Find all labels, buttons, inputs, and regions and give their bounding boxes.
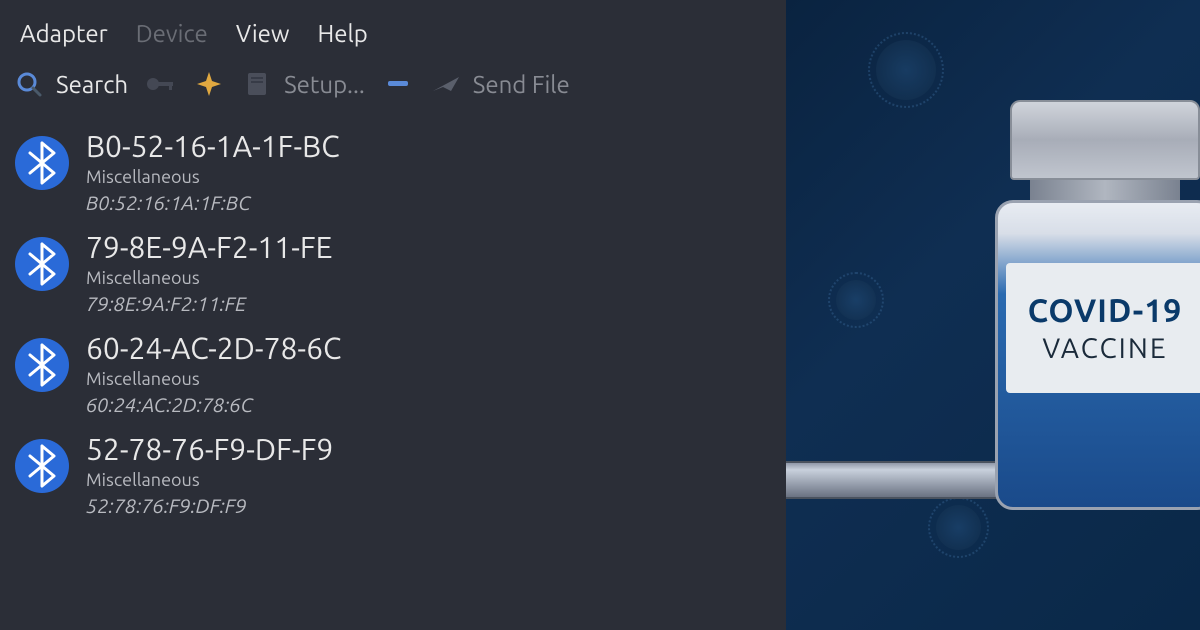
device-type: Miscellaneous (86, 167, 340, 187)
device-type: Miscellaneous (86, 369, 341, 389)
device-name: B0-52-16-1A-1F-BC (86, 129, 340, 163)
vial-label-sub: VACCINE (1042, 333, 1167, 364)
star-icon[interactable] (194, 69, 224, 99)
device-mac: 60:24:AC:2D:78:6C (86, 393, 341, 416)
bluetooth-manager-panel: Adapter Device View Help Search Setup... (0, 0, 786, 630)
device-mac: 79:8E:9A:F2:11:FE (86, 292, 333, 315)
search-label: Search (56, 71, 128, 98)
device-info: 60-24-AC-2D-78-6C Miscellaneous 60:24:AC… (86, 331, 341, 416)
virus-icon (836, 280, 876, 320)
virus-icon (876, 40, 936, 100)
document-icon (242, 69, 272, 99)
device-type: Miscellaneous (86, 268, 333, 288)
menu-bar: Adapter Device View Help (0, 0, 786, 61)
device-row[interactable]: 79-8E-9A-F2-11-FE Miscellaneous 79:8E:9A… (0, 222, 786, 323)
vial-body: COVID-19 VACCINE (995, 200, 1200, 510)
device-info: 52-78-76-F9-DF-F9 Miscellaneous 52:78:76… (86, 432, 333, 517)
device-mac: 52:78:76:F9:DF:F9 (86, 494, 333, 517)
device-row[interactable]: 52-78-76-F9-DF-F9 Miscellaneous 52:78:76… (0, 424, 786, 525)
send-file-label: Send File (473, 71, 570, 98)
send-file-button[interactable]: Send File (431, 69, 570, 99)
device-list: B0-52-16-1A-1F-BC Miscellaneous B0:52:16… (0, 113, 786, 630)
device-type: Miscellaneous (86, 470, 333, 490)
device-name: 52-78-76-F9-DF-F9 (86, 432, 333, 466)
device-name: 60-24-AC-2D-78-6C (86, 331, 341, 365)
device-name: 79-8E-9A-F2-11-FE (86, 230, 333, 264)
device-info: 79-8E-9A-F2-11-FE Miscellaneous 79:8E:9A… (86, 230, 333, 315)
send-icon (431, 69, 461, 99)
search-button[interactable]: Search (14, 69, 128, 99)
search-icon (14, 69, 44, 99)
vaccine-vial: COVID-19 VACCINE (980, 100, 1200, 520)
vial-cap (1010, 100, 1200, 180)
device-row[interactable]: B0-52-16-1A-1F-BC Miscellaneous B0:52:16… (0, 121, 786, 222)
menu-view[interactable]: View (236, 20, 290, 47)
setup-label: Setup... (284, 71, 365, 98)
vial-label: COVID-19 VACCINE (1006, 263, 1200, 393)
device-row[interactable]: 60-24-AC-2D-78-6C Miscellaneous 60:24:AC… (0, 323, 786, 424)
device-mac: B0:52:16:1A:1F:BC (86, 191, 340, 214)
vial-label-title: COVID-19 (1028, 293, 1183, 329)
menu-device[interactable]: Device (136, 20, 208, 47)
bluetooth-icon (14, 135, 70, 191)
bluetooth-icon (14, 438, 70, 494)
virus-icon (936, 505, 981, 550)
menu-adapter[interactable]: Adapter (20, 20, 108, 47)
vaccine-illustration: COVID-19 VACCINE (786, 0, 1200, 630)
menu-help[interactable]: Help (318, 20, 368, 47)
key-icon[interactable] (146, 69, 176, 99)
bluetooth-icon (14, 337, 70, 393)
device-info: B0-52-16-1A-1F-BC Miscellaneous B0:52:16… (86, 129, 340, 214)
toolbar: Search Setup... Send File (0, 61, 786, 113)
bluetooth-icon (14, 236, 70, 292)
minus-icon[interactable] (383, 69, 413, 99)
setup-button[interactable]: Setup... (242, 69, 365, 99)
